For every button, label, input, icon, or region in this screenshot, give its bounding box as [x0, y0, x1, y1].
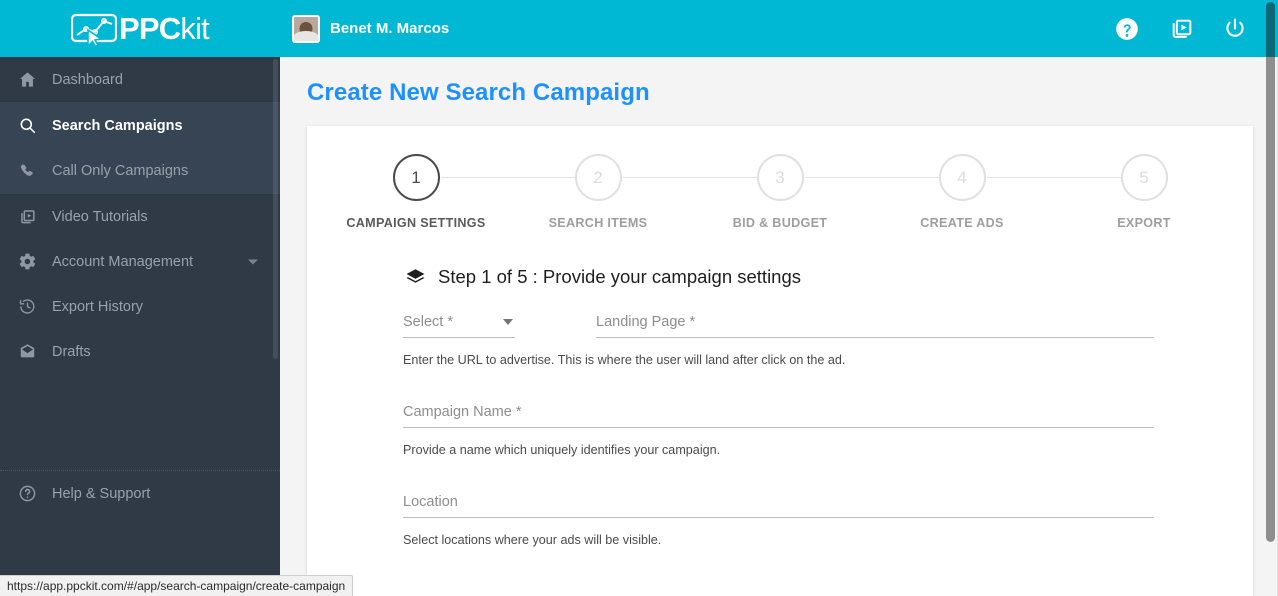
- step-label: SEARCH ITEMS: [548, 216, 648, 230]
- step-label: CAMPAIGN SETTINGS: [346, 216, 486, 230]
- brand-name: PPCkit: [119, 11, 210, 46]
- location-label: Location: [403, 494, 458, 510]
- select-field-underline: [403, 337, 515, 338]
- select-field-label: Select *: [403, 314, 453, 330]
- status-bar-url-text: https://app.ppckit.com/#/app/search-camp…: [7, 579, 346, 593]
- top-bar: PPCkit Benet M. Marcos: [0, 0, 1278, 57]
- campaign-settings-form: Select * Landing Page * Enter the URL to…: [307, 314, 1253, 547]
- page-title: Create New Search Campaign: [307, 79, 650, 106]
- step-label: BID & BUDGET: [732, 216, 828, 230]
- sidebar-item-label: Drafts: [52, 343, 91, 360]
- sidebar: Dashboard Search Campaigns Call Only Cam…: [0, 57, 280, 596]
- landing-page-field[interactable]: Landing Page *: [596, 314, 1154, 338]
- sidebar-item-label: Export History: [52, 298, 144, 315]
- sidebar-item-export-history[interactable]: Export History: [0, 284, 280, 329]
- video-library-icon[interactable]: [1154, 0, 1208, 57]
- campaign-name-underline: [403, 427, 1154, 428]
- video-library-icon: [18, 207, 52, 226]
- step-search-items[interactable]: 2 SEARCH ITEMS: [507, 154, 780, 230]
- power-icon[interactable]: [1208, 0, 1262, 57]
- brand-logo[interactable]: PPCkit: [0, 0, 280, 57]
- location-underline: [403, 517, 1154, 518]
- sidebar-item-dashboard[interactable]: Dashboard: [0, 57, 280, 102]
- step-heading: Step 1 of 5 : Provide your campaign sett…: [405, 266, 1253, 288]
- campaign-wizard-card: 1 CAMPAIGN SETTINGS 2 SEARCH ITEMS 3 BID…: [307, 126, 1253, 596]
- sidebar-item-help-support[interactable]: Help & Support: [0, 471, 280, 516]
- campaign-name-label: Campaign Name *: [403, 404, 522, 420]
- sidebar-item-label: Search Campaigns: [52, 117, 183, 134]
- step-export[interactable]: 5 EXPORT: [1053, 154, 1235, 230]
- sidebar-item-label: Call Only Campaigns: [52, 162, 189, 179]
- user-name: Benet M. Marcos: [330, 20, 450, 37]
- sidebar-item-video-tutorials[interactable]: Video Tutorials: [0, 194, 280, 239]
- history-icon: [18, 297, 52, 316]
- brand-name-light: kit: [180, 11, 209, 46]
- page-scrollbar-track[interactable]: [1263, 0, 1278, 596]
- step-label: EXPORT: [1117, 216, 1171, 230]
- sidebar-item-label: Help & Support: [52, 485, 151, 502]
- sidebar-item-call-only-campaigns[interactable]: Call Only Campaigns: [0, 148, 280, 193]
- sidebar-item-drafts[interactable]: Drafts: [0, 329, 280, 374]
- landing-page-label: Landing Page *: [596, 314, 696, 330]
- landing-page-underline: [596, 337, 1154, 338]
- top-bar-actions: [1100, 0, 1278, 57]
- main-content: Create New Search Campaign 1 CAMPAIGN SE…: [280, 57, 1278, 596]
- step-campaign-settings[interactable]: 1 CAMPAIGN SETTINGS: [325, 154, 598, 230]
- step-label: CREATE ADS: [920, 216, 1004, 230]
- campaign-name-hint: Provide a name which uniquely identifies…: [403, 443, 721, 457]
- location-hint: Select locations where your ads will be …: [403, 533, 662, 547]
- wizard-stepper: 1 CAMPAIGN SETTINGS 2 SEARCH ITEMS 3 BID…: [307, 154, 1253, 230]
- chart-cursor-icon: [70, 11, 118, 48]
- sidebar-item-label: Dashboard: [52, 71, 123, 88]
- sidebar-group-2: Search Campaigns Call Only Campaigns: [0, 103, 280, 194]
- form-row-1: Select * Landing Page *: [403, 314, 1253, 338]
- step-number: 2: [574, 154, 622, 201]
- help-circle-icon[interactable]: [1100, 0, 1154, 57]
- sidebar-scrollbar[interactable]: [273, 59, 278, 359]
- sidebar-item-label: Account Management: [52, 253, 194, 270]
- step-number: 4: [938, 154, 986, 201]
- sidebar-item-account-management[interactable]: Account Management: [0, 239, 280, 284]
- step-number: 5: [1120, 154, 1168, 201]
- landing-page-hint: Enter the URL to advertise. This is wher…: [403, 353, 846, 367]
- step-create-ads[interactable]: 4 CREATE ADS: [871, 154, 1144, 230]
- sidebar-item-search-campaigns[interactable]: Search Campaigns: [0, 103, 280, 148]
- step-number: 3: [756, 154, 804, 201]
- sidebar-group-1: Dashboard: [0, 57, 280, 103]
- page-scrollbar-thumb-top[interactable]: [1266, 2, 1275, 57]
- help-circle-icon: [18, 484, 52, 503]
- home-icon: [18, 70, 52, 89]
- location-field[interactable]: Location: [403, 494, 1154, 518]
- user-profile[interactable]: Benet M. Marcos: [280, 14, 450, 43]
- mail-icon: [18, 342, 52, 361]
- campaign-name-field[interactable]: Campaign Name *: [403, 404, 1154, 428]
- sidebar-group-3: Video Tutorials Account Management Expor…: [0, 194, 280, 374]
- chevron-down-icon[interactable]: [503, 318, 513, 325]
- phone-icon: [18, 161, 52, 180]
- sidebar-item-label: Video Tutorials: [52, 208, 148, 225]
- brand-name-bold: PPC: [119, 11, 181, 46]
- search-icon: [18, 116, 52, 135]
- layers-icon: [405, 267, 426, 288]
- avatar: [292, 14, 320, 43]
- step-heading-text: Step 1 of 5 : Provide your campaign sett…: [438, 266, 802, 287]
- step-bid-budget[interactable]: 3 BID & BUDGET: [689, 154, 962, 230]
- chevron-down-icon[interactable]: [248, 259, 258, 264]
- status-bar-url: https://app.ppckit.com/#/app/search-camp…: [0, 575, 354, 596]
- page-scrollbar-thumb[interactable]: [1266, 2, 1275, 542]
- select-field[interactable]: Select *: [403, 314, 515, 338]
- gear-icon: [18, 252, 52, 271]
- app-window: PPCkit Benet M. Marcos Dashboard Search …: [0, 0, 1278, 596]
- step-number: 1: [392, 154, 440, 201]
